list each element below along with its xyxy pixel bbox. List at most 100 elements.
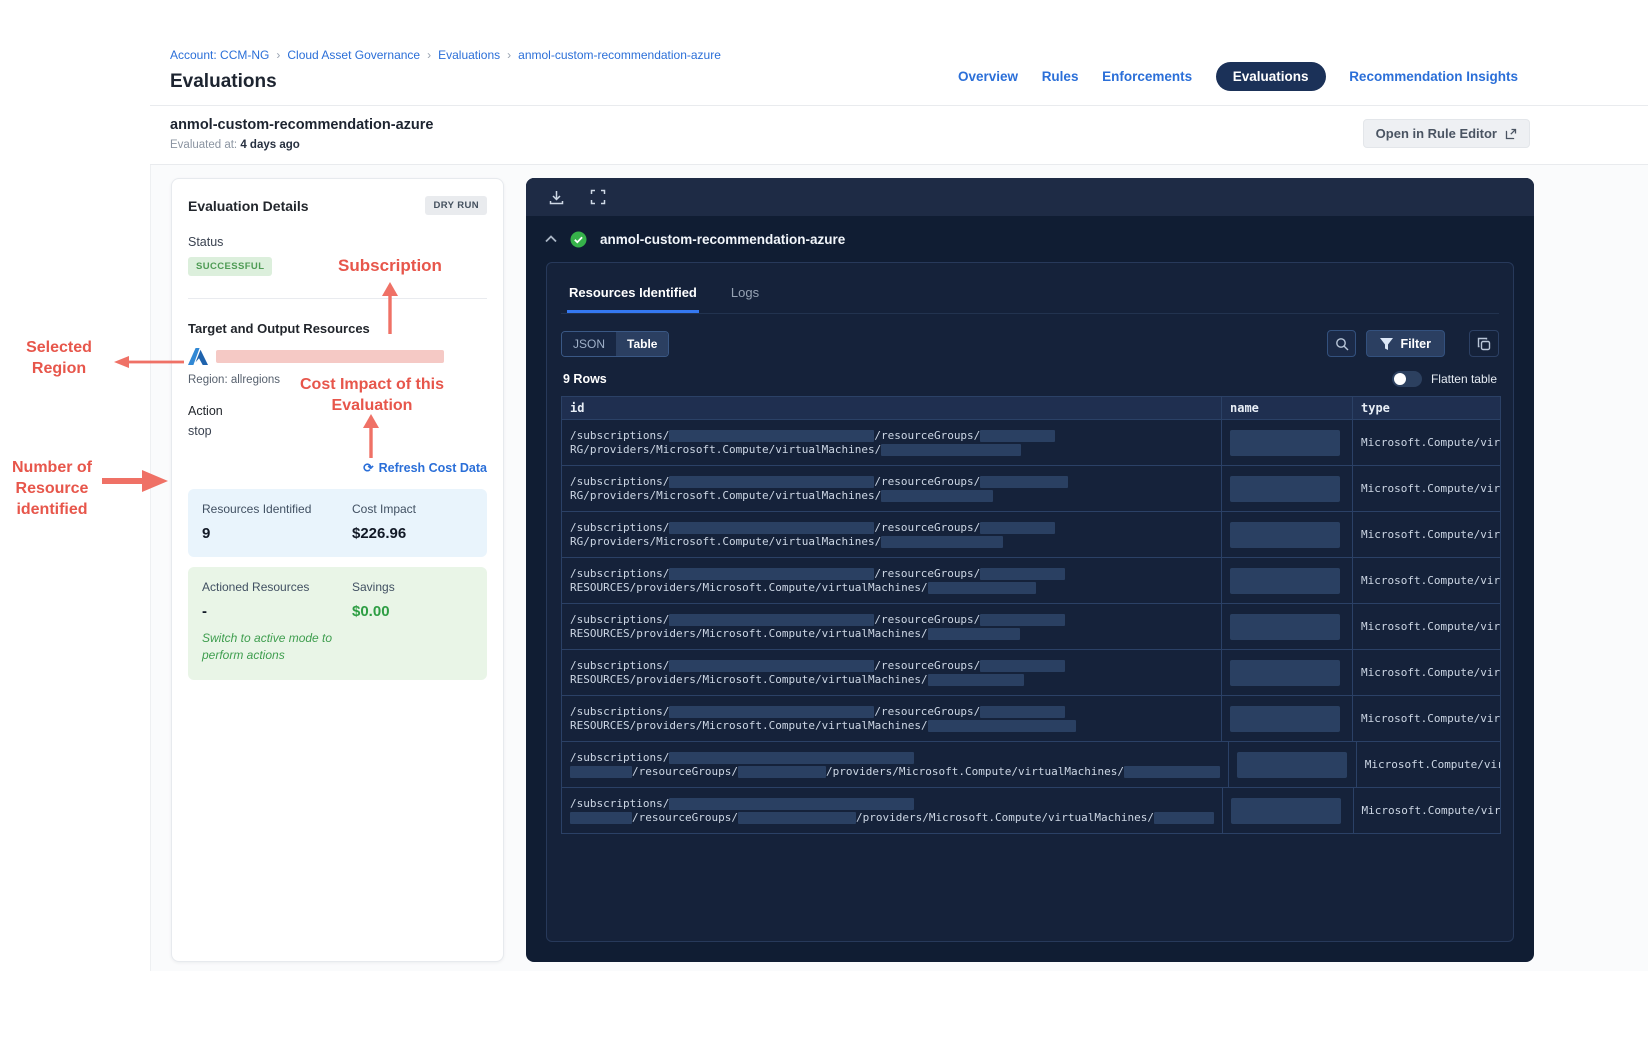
open-rule-editor-label: Open in Rule Editor — [1375, 126, 1497, 141]
evaluation-details-card: Evaluation Details DRY RUN Status SUCCES… — [171, 178, 504, 962]
viewer-title-row: anmol-custom-recommendation-azure — [526, 216, 1534, 262]
search-icon — [1335, 337, 1349, 351]
id-cell: /subscriptions//resourceGroups/RESOURCES… — [562, 558, 1222, 603]
tab-resources-identified[interactable]: Resources Identified — [567, 277, 699, 313]
annotation-resource-count: Number of Resource identified — [12, 459, 92, 519]
filter-label: Filter — [1400, 336, 1431, 351]
open-rule-editor-button[interactable]: Open in Rule Editor — [1362, 119, 1530, 148]
status-label: Status — [188, 235, 224, 249]
column-header-name[interactable]: name — [1222, 397, 1353, 419]
table-row: /subscriptions//resourceGroups/RG/provid… — [561, 466, 1501, 512]
table-header: id name type — [561, 396, 1501, 420]
resource-viewer-panel: anmol-custom-recommendation-azure Resour… — [526, 178, 1534, 962]
breadcrumb: Account: CCM-NG › Cloud Asset Governance… — [170, 48, 721, 62]
redacted-name — [1230, 705, 1340, 732]
divider — [188, 298, 487, 299]
redacted-value — [737, 766, 826, 778]
external-link-icon — [1504, 127, 1517, 140]
tab-evaluations[interactable]: Evaluations — [1215, 62, 1326, 91]
id-cell: /subscriptions//resourceGroups//provider… — [562, 788, 1223, 833]
redacted-name — [1230, 429, 1340, 456]
name-cell — [1223, 788, 1354, 833]
evaluated-at: Evaluated at: 4 days ago — [170, 139, 300, 151]
tab-rules[interactable]: Rules — [1042, 69, 1079, 84]
redacted-value — [980, 706, 1066, 718]
download-icon[interactable] — [547, 188, 565, 206]
refresh-cost-data-link[interactable]: ⟳ Refresh Cost Data — [363, 460, 487, 476]
refresh-cost-data-label: Refresh Cost Data — [378, 460, 487, 475]
id-cell: /subscriptions//resourceGroups/RESOURCES… — [562, 650, 1222, 695]
savings-box: Actioned Resources - Savings $0.00 Switc… — [188, 567, 487, 680]
filter-button[interactable]: Filter — [1366, 330, 1445, 357]
redacted-value — [570, 766, 632, 778]
evaluated-at-value: 4 days ago — [240, 139, 300, 151]
redacted-value — [927, 720, 1076, 732]
viewer-body: Resources Identified Logs JSON Table Fil… — [546, 262, 1514, 942]
redacted-name — [1236, 751, 1347, 778]
toggle-dot — [1393, 373, 1406, 385]
redacted-value — [980, 430, 1056, 442]
table-row: /subscriptions//resourceGroups//provider… — [561, 742, 1501, 788]
redacted-value — [881, 490, 994, 502]
viewer-tabs: Resources Identified Logs — [561, 277, 1499, 314]
breadcrumb-separator: › — [507, 48, 512, 62]
annotation-subscription-arrow — [382, 282, 398, 334]
breadcrumb-governance[interactable]: Cloud Asset Governance — [287, 48, 420, 62]
type-cell: Microsoft.Compute/virtu — [1361, 482, 1500, 495]
redacted-value — [927, 674, 1024, 686]
name-cell — [1222, 558, 1353, 603]
id-cell: /subscriptions//resourceGroups/RESOURCES… — [562, 696, 1222, 741]
flatten-table-toggle[interactable] — [1391, 371, 1422, 387]
copy-button[interactable] — [1469, 330, 1499, 357]
fullscreen-icon[interactable] — [589, 188, 607, 206]
tab-recommendation-insights[interactable]: Recommendation Insights — [1349, 69, 1518, 84]
status-badge: SUCCESSFUL — [188, 257, 273, 276]
savings-value: $0.00 — [352, 603, 390, 620]
column-header-type[interactable]: type — [1353, 397, 1500, 419]
subheader: anmol-custom-recommendation-azure Evalua… — [150, 105, 1648, 165]
tab-logs[interactable]: Logs — [729, 277, 761, 313]
table-row: /subscriptions//resourceGroups//provider… — [561, 788, 1501, 834]
redacted-name — [1230, 475, 1340, 502]
redacted-value — [980, 660, 1066, 672]
redacted-value — [881, 536, 1004, 548]
redacted-value — [669, 752, 915, 764]
viewer-rule-name: anmol-custom-recommendation-azure — [600, 231, 846, 247]
breadcrumb-evaluations[interactable]: Evaluations — [438, 48, 500, 62]
redacted-value — [669, 568, 875, 580]
table-row: /subscriptions//resourceGroups/RESOURCES… — [561, 604, 1501, 650]
refresh-icon: ⟳ — [363, 461, 374, 475]
azure-icon — [188, 348, 208, 365]
collapse-chevron-icon[interactable] — [545, 235, 557, 243]
active-mode-note: Switch to active mode to perform actions — [202, 631, 333, 663]
table-row: /subscriptions//resourceGroups/RG/provid… — [561, 420, 1501, 466]
breadcrumb-separator: › — [427, 48, 432, 62]
redacted-value — [927, 582, 1036, 594]
json-view-button[interactable]: JSON — [562, 331, 617, 356]
breadcrumb-rule-name[interactable]: anmol-custom-recommendation-azure — [518, 48, 721, 62]
annotation-resource-count-arrow — [102, 470, 168, 492]
column-header-id[interactable]: id — [562, 397, 1222, 419]
id-cell: /subscriptions//resourceGroups/RG/provid… — [562, 420, 1222, 465]
rows-count: 9 Rows — [563, 372, 607, 386]
viewer-controls: JSON Table Filter — [561, 330, 1499, 357]
redacted-value — [669, 706, 875, 718]
name-cell — [1222, 512, 1353, 557]
table-row: /subscriptions//resourceGroups/RG/provid… — [561, 512, 1501, 558]
tab-overview[interactable]: Overview — [958, 69, 1018, 84]
table-row: /subscriptions//resourceGroups/RESOURCES… — [561, 650, 1501, 696]
breadcrumb-account[interactable]: Account: CCM-NG — [170, 48, 269, 62]
redacted-value — [881, 444, 1022, 456]
redacted-value — [927, 628, 1020, 640]
id-cell: /subscriptions//resourceGroups/RESOURCES… — [562, 604, 1222, 649]
search-button[interactable] — [1327, 330, 1357, 357]
redacted-value — [980, 568, 1066, 580]
evaluation-details-title: Evaluation Details — [188, 197, 309, 214]
type-cell: Microsoft.Compute/virtu — [1361, 620, 1500, 633]
redacted-value — [669, 522, 875, 534]
success-check-icon — [570, 231, 587, 248]
table-view-button[interactable]: Table — [616, 331, 669, 356]
annotation-cost-impact-arrow — [363, 414, 379, 458]
tab-enforcements[interactable]: Enforcements — [1102, 69, 1192, 84]
page: Account: CCM-NG › Cloud Asset Governance… — [0, 0, 1648, 1044]
